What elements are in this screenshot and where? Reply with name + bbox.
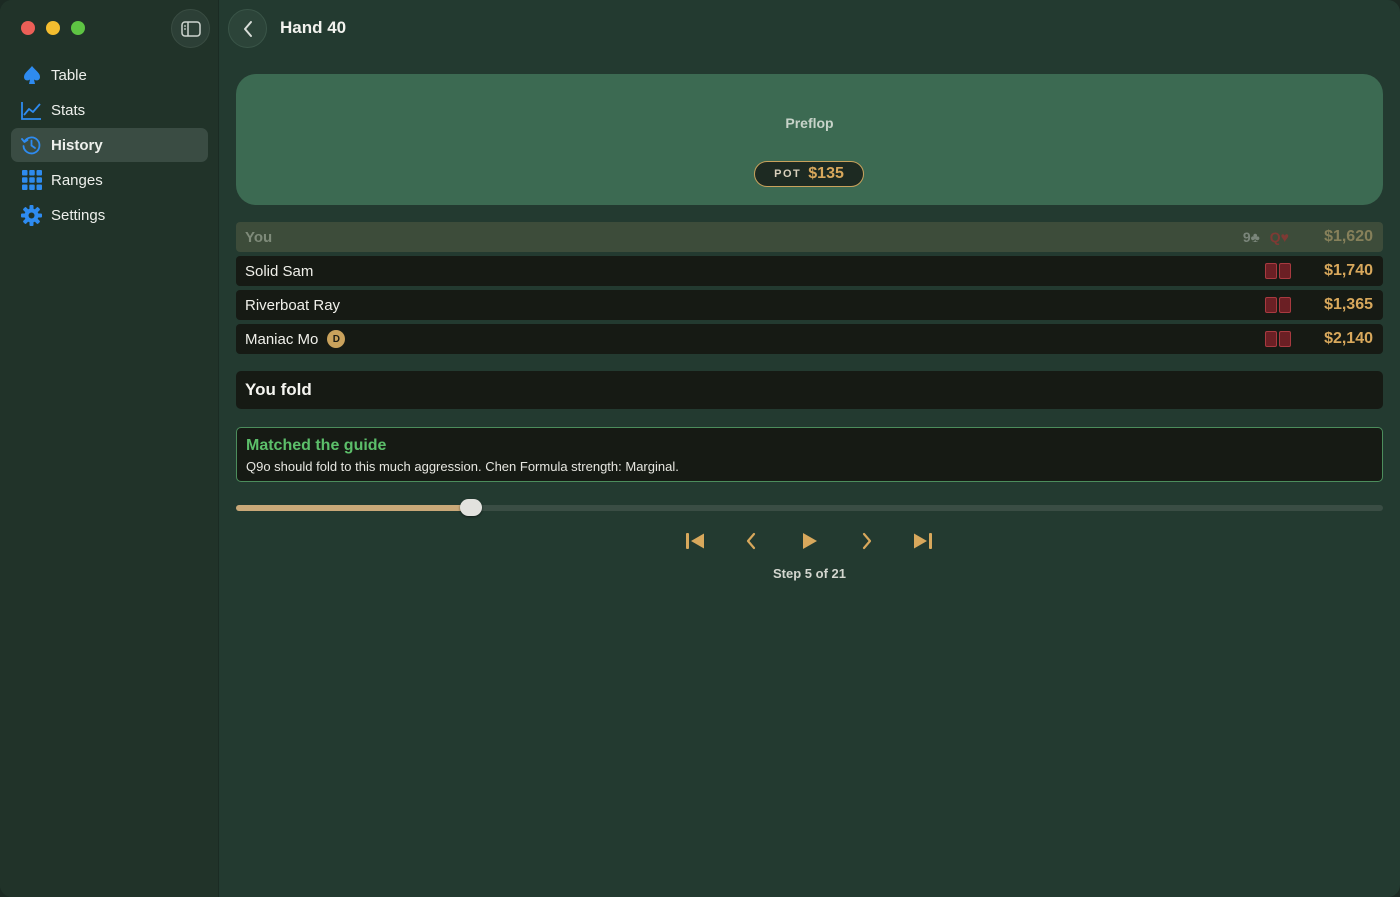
- sidebar: Table Stats History Ranges Settings: [0, 0, 219, 897]
- grid-icon: [21, 170, 42, 191]
- chevron-left-icon: [746, 532, 756, 550]
- guide-body: Q9o should fold to this much aggression.…: [246, 459, 679, 474]
- guide-title: Matched the guide: [246, 437, 387, 454]
- player-row-solid-sam: Solid Sam $1,740: [236, 256, 1383, 286]
- step-counter: Step 5 of 21: [773, 566, 846, 581]
- next-step-button[interactable]: [855, 529, 879, 553]
- back-button[interactable]: [228, 9, 267, 48]
- play-icon: [803, 533, 817, 549]
- sidebar-toggle-button[interactable]: [171, 9, 210, 48]
- slider-thumb[interactable]: [460, 499, 483, 516]
- sidebar-item-stats[interactable]: Stats: [11, 93, 208, 127]
- street-label: Preflop: [785, 115, 834, 131]
- sidebar-item-label: History: [51, 136, 103, 154]
- card-back-icon: [1279, 263, 1291, 279]
- pot-amount: $135: [808, 165, 844, 182]
- guide-feedback: Matched the guide Q9o should fold to thi…: [236, 427, 1383, 482]
- close-window-button[interactable]: [21, 21, 35, 35]
- card-back-icon: [1265, 331, 1277, 347]
- player-stack: $1,365: [1324, 296, 1373, 313]
- sidebar-item-label: Ranges: [51, 171, 103, 189]
- player-list: You 9♣ Q♥ $1,620 Solid Sam $1,740 Riverb…: [236, 222, 1383, 358]
- card-back-icon: [1265, 297, 1277, 313]
- player-stack: $1,740: [1324, 262, 1373, 279]
- face-down-cards: [1265, 263, 1291, 279]
- first-step-button[interactable]: [683, 529, 707, 553]
- player-stack: $2,140: [1324, 330, 1373, 347]
- hole-card: 9♣: [1242, 229, 1260, 245]
- player-row-you: You 9♣ Q♥ $1,620: [236, 222, 1383, 252]
- last-step-button[interactable]: [911, 529, 935, 553]
- player-row-riverboat-ray: Riverboat Ray $1,365: [236, 290, 1383, 320]
- previous-step-button[interactable]: [739, 529, 763, 553]
- page-title: Hand 40: [280, 18, 347, 37]
- sidebar-item-label: Table: [51, 66, 87, 84]
- player-name: Solid Sam: [245, 262, 314, 280]
- sidebar-item-settings[interactable]: Settings: [11, 198, 208, 232]
- slider-fill: [236, 505, 472, 511]
- sidebar-item-table[interactable]: Table: [11, 58, 208, 92]
- sidebar-item-label: Settings: [51, 206, 106, 224]
- pot-label: POT: [774, 168, 802, 180]
- card-back-icon: [1279, 331, 1291, 347]
- player-name: You: [245, 228, 273, 246]
- player-name: Riverboat Ray: [245, 296, 341, 314]
- player-name: Maniac Mo: [245, 330, 319, 348]
- poker-table-felt: Preflop POT $135: [236, 74, 1383, 205]
- card-back-icon: [1279, 297, 1291, 313]
- app-window: Table Stats History Ranges Settings Hand…: [0, 0, 1400, 897]
- maximize-window-button[interactable]: [71, 21, 85, 35]
- chevron-left-icon: [243, 20, 252, 37]
- sidebar-icon: [180, 20, 201, 37]
- spade-icon: [21, 65, 42, 86]
- skip-to-start-icon: [686, 533, 704, 549]
- step-slider[interactable]: [236, 499, 1383, 516]
- minimize-window-button[interactable]: [46, 21, 60, 35]
- face-down-cards: [1265, 297, 1291, 313]
- chart-line-icon: [21, 100, 42, 121]
- hole-card: Q♥: [1269, 229, 1289, 245]
- sidebar-nav: Table Stats History Ranges Settings: [11, 58, 208, 233]
- hole-cards: 9♣ Q♥: [1243, 229, 1289, 245]
- gear-icon: [21, 204, 42, 226]
- card-back-icon: [1265, 263, 1277, 279]
- player-row-maniac-mo: Maniac Mo D $2,140: [236, 324, 1383, 354]
- history-clock-icon: [21, 135, 42, 156]
- skip-to-end-icon: [914, 533, 932, 549]
- action-banner: You fold: [236, 371, 1383, 409]
- sidebar-item-history[interactable]: History: [11, 128, 208, 162]
- face-down-cards: [1265, 331, 1291, 347]
- dealer-button-badge: D: [327, 330, 346, 348]
- chevron-right-icon: [862, 532, 872, 550]
- window-controls: [21, 21, 85, 35]
- sidebar-item-label: Stats: [51, 101, 86, 119]
- player-stack: $1,620: [1324, 228, 1373, 245]
- pot-badge: POT $135: [754, 161, 864, 187]
- play-button[interactable]: [797, 529, 821, 553]
- sidebar-item-ranges[interactable]: Ranges: [11, 163, 208, 197]
